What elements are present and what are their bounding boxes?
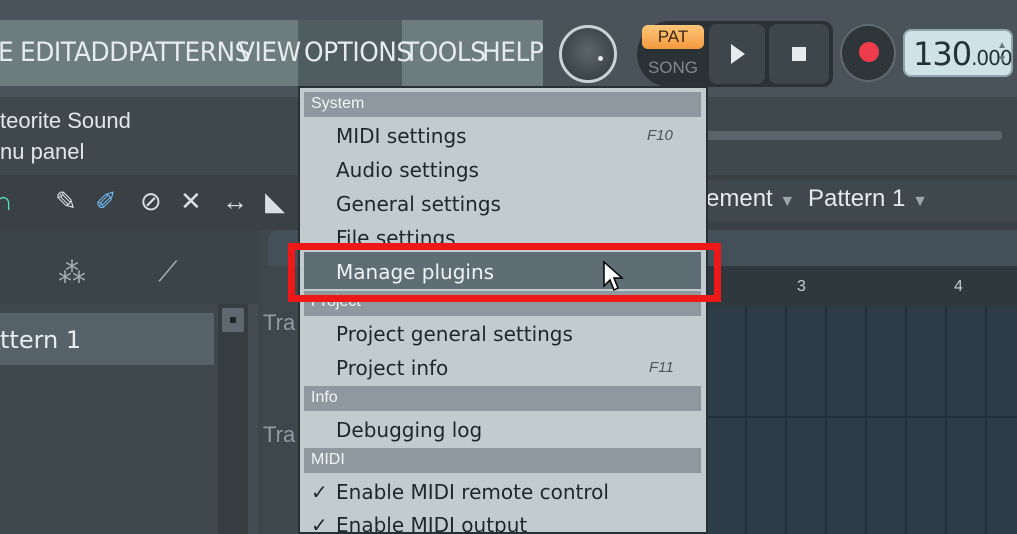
timeline-ruler[interactable]	[705, 266, 1017, 306]
cpu-meter	[706, 131, 1002, 140]
chevron-down-icon: ▼	[779, 193, 796, 210]
menu-item-midi-settings[interactable]: MIDI settings	[336, 124, 467, 148]
menu-section-label: MIDI	[311, 451, 345, 468]
menu-item-project-info[interactable]: Project info	[336, 356, 448, 380]
menu-add[interactable]: ADD	[74, 20, 128, 86]
audio-wave-icon[interactable]: ⁂	[58, 256, 86, 289]
checkmark-icon: ✓	[311, 482, 328, 504]
playlist-grid[interactable]	[705, 306, 1017, 534]
chevron-down-icon: ▼	[912, 193, 928, 210]
tempo-display[interactable]: 130.000 ▲ ▼	[903, 29, 1013, 77]
annotation-highlight-box	[288, 243, 721, 302]
mouse-cursor-icon	[603, 260, 624, 292]
pattern-mode-button[interactable]: PAT	[642, 25, 704, 49]
paint-tool-icon[interactable]: ✐	[95, 184, 117, 218]
ruler-bar-number: 4	[954, 278, 963, 295]
track-label[interactable]: Tra	[263, 310, 295, 336]
menu-section-midi	[304, 448, 701, 473]
slice-tool-icon[interactable]: ◣	[265, 184, 285, 218]
song-mode-button[interactable]: SONG	[642, 56, 704, 80]
record-icon	[859, 42, 879, 62]
play-icon	[731, 44, 745, 64]
menu-item-enable-midi-remote-control[interactable]: Enable MIDI remote control	[336, 480, 609, 504]
ruler-bar-number: 3	[797, 278, 806, 295]
pattern-selector[interactable]: Pattern 1 ▼	[808, 185, 928, 213]
pencil-tool-icon[interactable]: ✎	[55, 184, 77, 218]
menu-item-enable-midi-output[interactable]: Enable MIDI output	[336, 513, 527, 534]
track-divider	[705, 416, 1017, 418]
stop-button[interactable]	[769, 24, 829, 84]
slip-tool-icon[interactable]: ↔	[222, 184, 248, 218]
tempo-spin-arrows-icon[interactable]: ▲ ▼	[997, 39, 1007, 67]
knob-indicator	[598, 56, 603, 61]
menu-item-audio-settings[interactable]: Audio settings	[336, 158, 479, 182]
menu-section-label: System	[311, 95, 365, 112]
automation-icon[interactable]: ⟋	[158, 256, 178, 289]
hint-line-1: teorite Sound	[0, 108, 131, 133]
menu-item-project-general-settings[interactable]: Project general settings	[336, 322, 573, 346]
mute-tool-icon[interactable]: ✕	[180, 184, 202, 218]
delete-tool-icon[interactable]: ⊘	[140, 184, 162, 218]
menu-item-general-settings[interactable]: General settings	[336, 192, 501, 216]
play-button[interactable]	[709, 24, 765, 84]
menu-section-label: Info	[311, 389, 338, 406]
shortcut-label: F11	[649, 359, 674, 376]
magnet-icon[interactable]: ∩	[0, 184, 13, 218]
arrangement-selector[interactable]: ement ▼	[706, 185, 795, 213]
menu-options[interactable]: OPTIONS	[304, 20, 412, 86]
menu-tools[interactable]: TOOLS	[404, 20, 486, 86]
menu-file[interactable]: E	[0, 20, 14, 86]
picker-tabs	[0, 230, 260, 304]
track-label[interactable]: Tra	[263, 422, 295, 448]
menu-help[interactable]: HELP	[482, 20, 544, 86]
menu-item-debugging-log[interactable]: Debugging log	[336, 418, 482, 442]
hint-line-2: nu panel	[0, 139, 85, 164]
scrollbar[interactable]	[218, 304, 248, 534]
shortcut-label: F10	[647, 127, 673, 144]
stop-icon	[792, 47, 806, 61]
menu-edit[interactable]: EDIT	[20, 20, 76, 86]
scroll-thumb[interactable]	[222, 308, 244, 332]
menu-section-info	[304, 386, 701, 411]
menu-view[interactable]: VIEW	[238, 20, 301, 86]
pattern-item-label: ttern 1	[0, 326, 82, 354]
menu-patterns[interactable]: PATTERNS	[128, 20, 250, 86]
record-button[interactable]	[840, 24, 896, 82]
checkmark-icon: ✓	[311, 515, 328, 534]
master-volume-knob[interactable]	[559, 25, 617, 83]
